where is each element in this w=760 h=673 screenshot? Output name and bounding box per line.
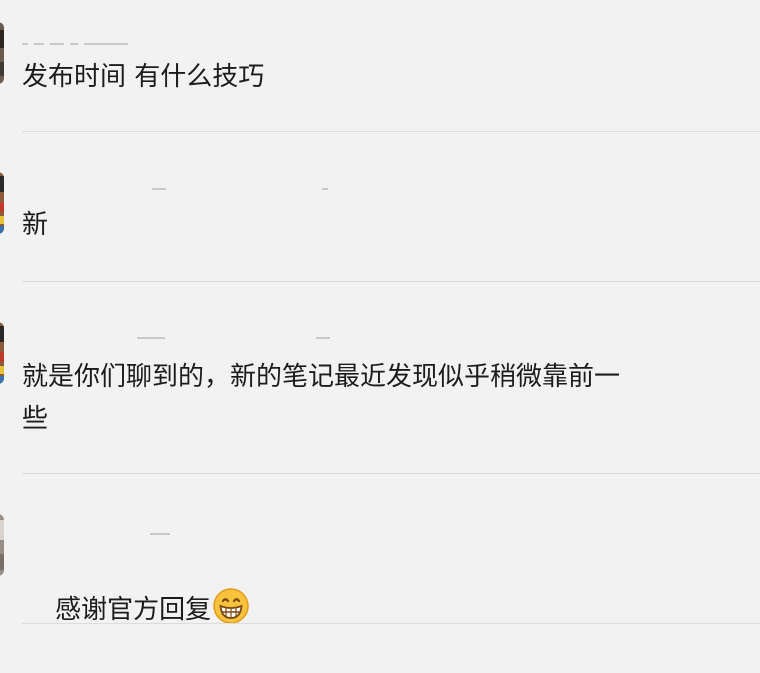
avatar[interactable] (0, 514, 4, 576)
comment-item[interactable]: 新 (0, 132, 760, 282)
comment-meta (22, 533, 176, 537)
avatar[interactable] (0, 322, 4, 384)
avatar[interactable] (0, 172, 4, 234)
comment-meta (22, 188, 334, 192)
comment-text: 感谢官方回复 (22, 546, 249, 673)
comment-text: 就是你们聊到的，新的笔记最近发现似乎稍微靠前一些 (22, 362, 621, 434)
divider (22, 623, 760, 624)
comment-meta (22, 337, 336, 341)
comment-text-content: 感谢官方回复 (55, 595, 212, 625)
comment-meta (22, 43, 134, 47)
avatar[interactable] (0, 22, 4, 84)
comment-item[interactable]: 感谢官方回复 (0, 474, 760, 625)
grinning-face-emoji-icon (213, 588, 249, 624)
comment-text: 发布时间 有什么技巧 (22, 62, 265, 92)
comment-text: 新 (22, 210, 49, 240)
comment-item[interactable]: 发布时间 有什么技巧 (0, 0, 760, 132)
comment-item[interactable]: 就是你们聊到的，新的笔记最近发现似乎稍微靠前一些 (0, 282, 760, 474)
